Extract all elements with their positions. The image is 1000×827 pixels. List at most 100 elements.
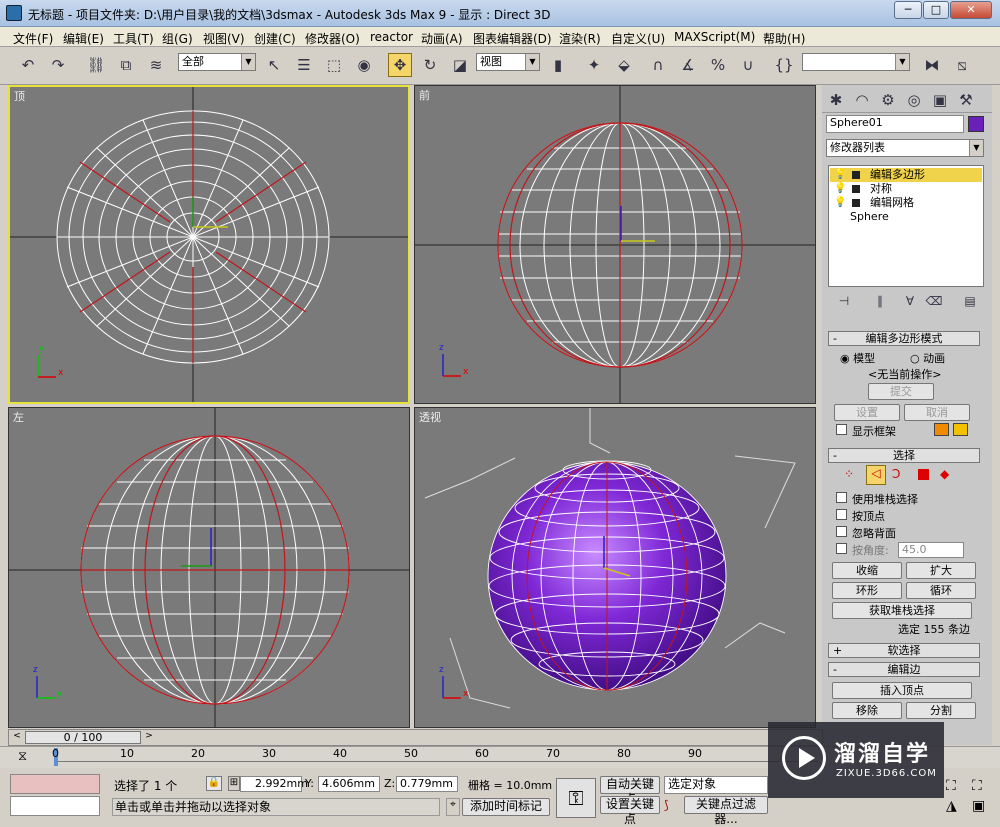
lightbulb-icon[interactable]: 💡 <box>834 168 846 182</box>
rectangular-selection-icon[interactable]: ⬚ <box>322 53 346 77</box>
maximize-button[interactable]: □ <box>923 1 949 19</box>
auto-key-button[interactable]: 自动关键点 <box>600 776 660 806</box>
add-time-tag-button[interactable]: 添加时间标记 <box>462 798 550 816</box>
configure-sets-icon[interactable]: ▤ <box>958 289 982 313</box>
select-rotate-icon[interactable]: ↻ <box>418 53 442 77</box>
rollout-soft-selection[interactable]: + 软选择 <box>828 643 980 658</box>
mirror-icon[interactable]: ⧓ <box>920 53 944 77</box>
menu-create[interactable]: 创建(C) <box>254 30 296 47</box>
angle-snap-icon[interactable]: ∡ <box>676 53 700 77</box>
edit-named-selection-icon[interactable]: {} <box>772 53 796 77</box>
stack-item-edit-poly[interactable]: 💡 编辑多边形 <box>830 168 982 182</box>
maxscript-listener-mini[interactable] <box>10 774 100 794</box>
named-selection-dropdown[interactable]: ▼ <box>802 53 910 71</box>
select-scale-icon[interactable]: ◪ <box>448 53 472 77</box>
ignore-backface-checkbox[interactable] <box>836 526 847 537</box>
stack-item-sphere[interactable]: Sphere <box>830 210 982 224</box>
edge-icon[interactable]: ◁ <box>866 465 886 485</box>
rollout-selection[interactable]: - 选择 <box>828 448 980 463</box>
create-tab-icon[interactable]: ✱ <box>824 88 848 112</box>
absolute-mode-icon[interactable]: ⊞ <box>228 776 240 791</box>
rollout-edit-poly-mode[interactable]: - 编辑多边形模式 <box>828 331 980 346</box>
remove-button[interactable]: 移除 <box>832 702 902 719</box>
close-button[interactable]: ✕ <box>950 1 992 19</box>
chevron-right-icon[interactable]: > <box>143 731 155 744</box>
key-filters-button[interactable]: 关键点过滤器... <box>684 796 768 826</box>
menu-tools[interactable]: 工具(T) <box>113 30 154 47</box>
make-unique-icon[interactable]: ∀ <box>898 289 922 313</box>
display-tab-icon[interactable]: ▣ <box>928 88 952 112</box>
object-color-swatch[interactable] <box>968 116 984 132</box>
menu-group[interactable]: 组(G) <box>162 30 193 47</box>
maxscript-input-mini[interactable] <box>10 796 100 816</box>
chevron-left-icon[interactable]: < <box>11 731 23 744</box>
menu-edit[interactable]: 编辑(E) <box>63 30 104 47</box>
menu-views[interactable]: 视图(V) <box>203 30 245 47</box>
key-mode-dropdown[interactable]: 选定对象 <box>664 776 768 794</box>
select-move-icon[interactable]: ✥ <box>388 53 412 77</box>
time-slider[interactable]: < 0 / 100 > <box>8 729 823 746</box>
rollout-edit-edges[interactable]: - 编辑边 <box>828 662 980 677</box>
pivot-center-icon[interactable]: ▮ <box>546 53 570 77</box>
get-stack-selection-button[interactable]: 获取堆栈选择 <box>832 602 972 619</box>
cage-color-swatch[interactable] <box>934 423 949 436</box>
percent-snap-icon[interactable]: % <box>706 53 730 77</box>
key-filter-icon[interactable]: ⟆ <box>664 798 669 812</box>
ring-button[interactable]: 环形 <box>832 582 902 599</box>
viewport-top[interactable]: y x 顶 <box>8 85 410 404</box>
menu-graph-editors[interactable]: 图表编辑器(D) <box>473 30 552 47</box>
snaps-toggle-icon[interactable]: ∩ <box>646 53 670 77</box>
select-manipulate-icon[interactable]: ✦ <box>582 53 606 77</box>
x-coordinate-field[interactable]: 2.992mm <box>240 776 308 792</box>
viewport-label-front[interactable]: 前 <box>419 87 430 103</box>
menu-help[interactable]: 帮助(H) <box>763 30 805 47</box>
app-icon[interactable] <box>6 5 22 21</box>
loop-button[interactable]: 循环 <box>906 582 976 599</box>
window-crossing-icon[interactable]: ◉ <box>352 53 376 77</box>
link-icon[interactable]: ⛓ <box>84 53 108 77</box>
polygon-icon[interactable] <box>918 469 929 480</box>
stack-item-edit-mesh[interactable]: 💡 编辑网格 <box>830 196 982 210</box>
set-key-button[interactable]: 设置关键点 <box>600 796 660 826</box>
viewport-left[interactable]: z y 左 <box>8 407 410 728</box>
cage-selected-color-swatch[interactable] <box>953 423 968 436</box>
viewport-label-left[interactable]: 左 <box>13 409 24 425</box>
split-button[interactable]: 分割 <box>906 702 976 719</box>
time-tag-icon[interactable]: ⌖ <box>446 798 460 816</box>
menu-maxscript[interactable]: MAXScript(M) <box>674 30 755 44</box>
bind-space-warp-icon[interactable]: ≋ <box>144 53 168 77</box>
minimize-button[interactable]: ─ <box>894 1 922 19</box>
z-coordinate-field[interactable]: 0.779mm <box>396 776 458 792</box>
viewport-label-top[interactable]: 顶 <box>14 88 25 104</box>
menu-modifiers[interactable]: 修改器(O) <box>305 30 360 47</box>
insert-vertex-button[interactable]: 插入顶点 <box>832 682 972 699</box>
menu-animation[interactable]: 动画(A) <box>421 30 463 47</box>
curve-editor-icon[interactable]: ⧖ <box>18 749 27 764</box>
reference-coord-dropdown[interactable]: 视图 ▼ <box>476 53 540 71</box>
show-cage-checkbox[interactable] <box>836 424 847 435</box>
model-radio[interactable]: ◉ 模型 <box>840 350 875 366</box>
modifier-list-dropdown[interactable]: 修改器列表 ▼ <box>826 139 984 157</box>
lightbulb-icon[interactable]: 💡 <box>834 196 846 210</box>
motion-tab-icon[interactable]: ◎ <box>902 88 926 112</box>
y-coordinate-field[interactable]: 4.606mm <box>318 776 380 792</box>
select-by-name-icon[interactable]: ☰ <box>292 53 316 77</box>
lightbulb-icon[interactable]: 💡 <box>834 182 846 196</box>
shrink-button[interactable]: 收缩 <box>832 562 902 579</box>
viewport-front[interactable]: z x 前 <box>414 85 816 404</box>
viewport-perspective[interactable]: z x 透视 <box>414 407 816 728</box>
menu-reactor[interactable]: reactor <box>370 30 413 44</box>
hierarchy-tab-icon[interactable]: ⚙ <box>876 88 900 112</box>
zoom-icon[interactable]: ⛶ <box>946 778 956 794</box>
time-slider-thumb[interactable]: 0 / 100 <box>25 731 141 744</box>
by-angle-checkbox[interactable] <box>836 543 847 554</box>
grow-button[interactable]: 扩大 <box>906 562 976 579</box>
cancel-button[interactable]: 取消 <box>904 404 970 421</box>
redo-icon[interactable]: ↷ <box>46 53 70 77</box>
unlink-icon[interactable]: ⧉ <box>114 53 138 77</box>
utilities-tab-icon[interactable]: ⚒ <box>954 88 978 112</box>
by-stack-checkbox[interactable] <box>836 492 847 503</box>
zoom-all-icon[interactable]: ⛶ <box>972 778 982 794</box>
field-of-view-icon[interactable]: ◮ <box>946 798 957 814</box>
set-key-icon[interactable]: ⚿ <box>556 778 596 818</box>
